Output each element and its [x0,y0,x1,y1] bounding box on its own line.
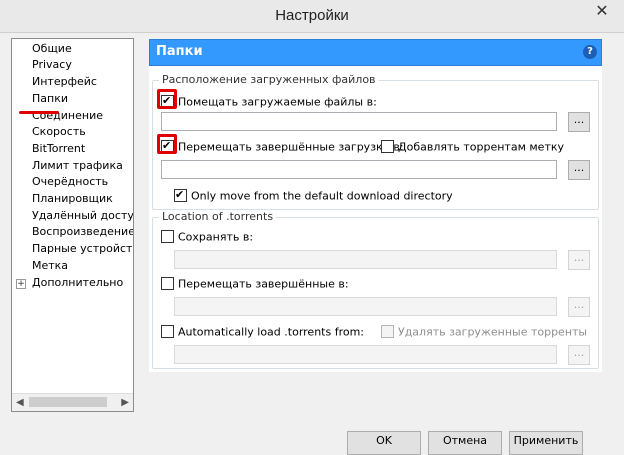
expand-icon[interactable]: + [16,279,26,289]
section-header: Папки ? [149,39,602,66]
tree-item-privacy[interactable]: Privacy [32,57,72,72]
append-label-checkbox[interactable] [381,139,394,153]
cancel-button[interactable]: Отмена [428,431,502,455]
settings-content: Расположение загруженных файлов Помещать… [149,66,602,372]
window-title: Настройки [275,7,349,24]
tree-item-scheduler[interactable]: Планировщик [32,191,113,206]
settings-category-tree[interactable]: Общие Privacy Интерфейс Папки Соединение… [11,38,134,412]
append-label-label: Добавлять торрентам метку [398,140,564,154]
move-completed-torrents-browse-button[interactable]: ... [568,297,590,317]
store-torrents-path-input[interactable] [174,250,557,269]
autoload-torrents-browse-button[interactable]: ... [568,345,590,365]
tree-item-advanced[interactable]: Дополнительно [32,275,123,290]
only-move-default-label: Only move from the default download dire… [191,189,453,203]
delete-loaded-torrents-option[interactable]: Удалять загруженные торренты [381,324,587,339]
download-location-legend: Расположение загруженных файлов [159,73,379,86]
move-completed-label: Перемещать завершённые загрузки в: [178,140,404,154]
autoload-torrents-checkbox[interactable] [161,324,174,338]
move-completed-browse-button[interactable]: ... [568,160,590,180]
tree-item-queueing[interactable]: Очерёдность [32,174,108,189]
highlight-underline [19,111,59,114]
section-title: Папки [156,44,203,59]
move-completed-torrents-path-input[interactable] [174,297,557,316]
tree-horizontal-scrollbar[interactable]: ◀ ▶ [12,393,133,411]
move-completed-torrents-checkbox[interactable] [161,276,174,290]
move-completed-option[interactable]: Перемещать завершённые загрузки в: [161,138,404,154]
store-torrents-option[interactable]: Сохранять в: [161,229,253,244]
tree-item-directories[interactable]: Папки [32,91,68,106]
highlight-box-put-new [157,89,177,109]
ok-button[interactable]: OK [347,431,421,455]
autoload-torrents-path-input[interactable] [174,345,557,364]
highlight-box-move-completed [157,134,177,154]
tree-item-label[interactable]: Метка [32,258,68,273]
tree-item-bittorrent[interactable]: BitTorrent [32,141,85,156]
tree-item-playback[interactable]: Воспроизведение [32,224,133,239]
delete-loaded-torrents-label: Удалять загруженные торренты [398,325,588,339]
store-torrents-browse-button[interactable]: ... [568,250,590,270]
append-label-option[interactable]: Добавлять торрентам метку [381,139,564,154]
scroll-right-icon[interactable]: ▶ [121,397,129,408]
tree-item-bandwidth[interactable]: Скорость [32,124,86,139]
apply-button[interactable]: Применить [509,431,583,455]
scroll-left-icon[interactable]: ◀ [16,397,24,408]
put-new-downloads-browse-button[interactable]: ... [568,112,590,132]
only-move-default-option[interactable]: Only move from the default download dire… [174,187,453,203]
move-completed-path-input[interactable] [161,160,557,179]
autoload-torrents-option[interactable]: Automatically load .torrents from: [161,324,364,339]
tree-item-remote[interactable]: Удалённый доступ [32,208,133,223]
move-completed-torrents-label: Перемещать завершённые в: [178,277,349,291]
tree-item-general[interactable]: Общие [32,41,72,56]
only-move-default-checkbox[interactable] [174,187,187,202]
close-icon[interactable]: ✕ [585,0,619,24]
move-completed-torrents-option[interactable]: Перемещать завершённые в: [161,276,349,291]
help-icon[interactable]: ? [583,45,597,59]
scrollbar-thumb[interactable] [29,397,107,407]
title-bar: Настройки ✕ [0,0,624,33]
put-new-downloads-option[interactable]: Помещать загружаемые файлы в: [161,93,377,109]
tree-item-transfer-cap[interactable]: Лимит трафика [32,158,123,173]
store-torrents-label: Сохранять в: [178,230,254,244]
torrents-location-legend: Location of .torrents [159,210,277,223]
put-new-downloads-path-input[interactable] [161,112,557,131]
autoload-torrents-label: Automatically load .torrents from: [178,325,365,339]
tree-item-interface[interactable]: Интерфейс [32,74,97,89]
store-torrents-checkbox[interactable] [161,229,174,243]
tree-item-paired-devices[interactable]: Парные устройства [32,241,133,256]
delete-loaded-torrents-checkbox[interactable] [381,324,394,338]
put-new-downloads-label: Помещать загружаемые файлы в: [178,95,377,109]
